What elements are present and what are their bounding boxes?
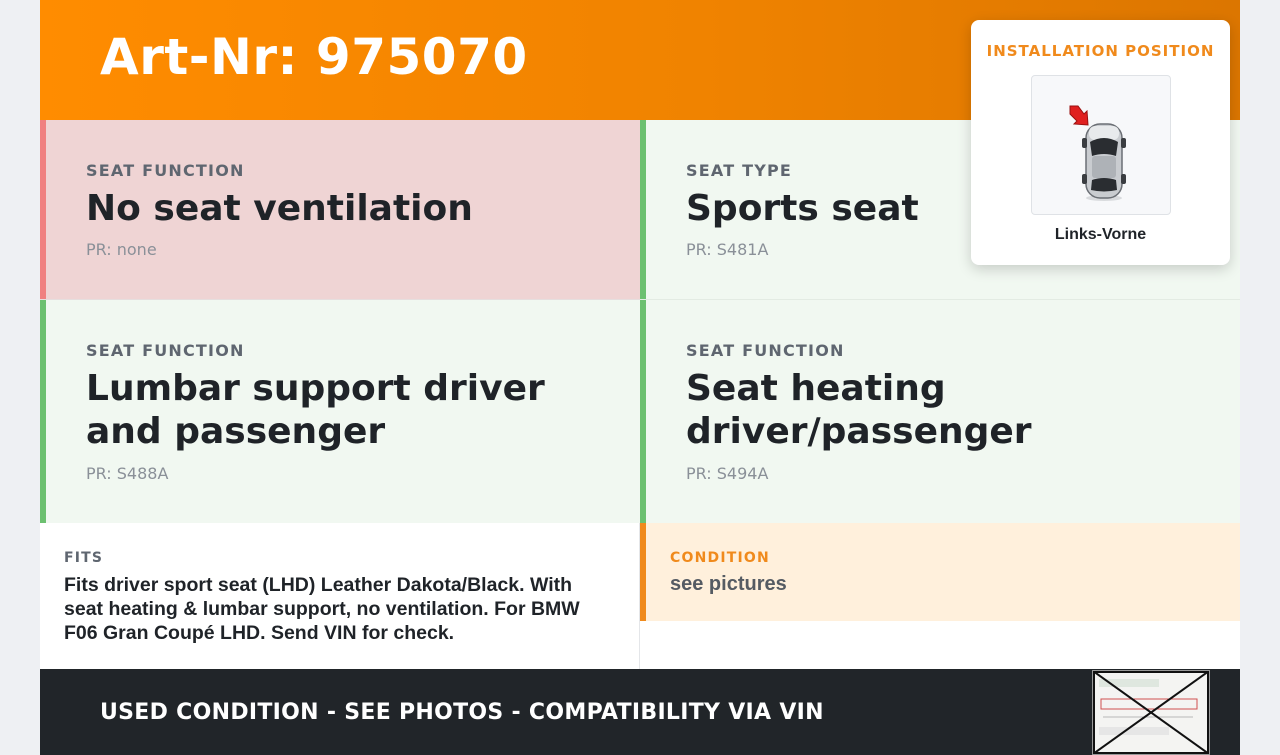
- feature-pr-code: PR: S481A: [686, 240, 769, 259]
- installation-position-card: INSTALLATION POSITION Links-Vorne: [971, 20, 1230, 265]
- fits-label: FITS: [64, 550, 104, 566]
- feature-card-ventilation: SEAT FUNCTION No seat ventilation PR: no…: [40, 120, 640, 300]
- installation-position-label: Links-Vorne: [1054, 226, 1147, 243]
- installation-title: INSTALLATION POSITION: [986, 42, 1215, 60]
- feature-card-heating: SEAT FUNCTION Seat heating driver/passen…: [640, 300, 1240, 523]
- feature-label: SEAT TYPE: [686, 161, 793, 180]
- feature-accent: [640, 120, 646, 299]
- condition-section: CONDITION see pictures: [640, 523, 1240, 621]
- fits-section: FITS Fits driver sport seat (LHD) Leathe…: [40, 523, 640, 669]
- feature-pr-code: PR: S494A: [686, 464, 769, 483]
- feature-accent: [40, 300, 46, 523]
- label-sticker-photo-icon[interactable]: [1092, 670, 1210, 755]
- feature-card-lumbar: SEAT FUNCTION Lumbar support driver and …: [40, 300, 640, 523]
- feature-value: Seat heating driver/passenger: [686, 368, 1032, 452]
- condition-label: CONDITION: [670, 550, 770, 566]
- footer-bar: USED CONDITION - SEE PHOTOS - COMPATIBIL…: [40, 669, 1240, 755]
- feature-accent: [640, 300, 646, 523]
- article-number-title: Art-Nr: 975070: [100, 28, 528, 86]
- feature-label: SEAT FUNCTION: [686, 341, 845, 360]
- feature-label: SEAT FUNCTION: [86, 161, 245, 180]
- feature-value: No seat ventilation: [86, 188, 473, 229]
- feature-value: Lumbar support driver and passenger: [86, 368, 545, 452]
- car-top-view-icon: [1069, 105, 1126, 201]
- feature-accent: [40, 120, 46, 299]
- feature-pr-code: PR: none: [86, 240, 157, 259]
- position-arrow-icon: [1069, 105, 1089, 126]
- feature-pr-code: PR: S488A: [86, 464, 169, 483]
- condition-accent: [640, 523, 646, 621]
- installation-image: [1031, 75, 1171, 215]
- fits-description: Fits driver sport seat (LHD) Leather Dak…: [64, 574, 580, 644]
- product-sheet: Art-Nr: 975070 SEAT FUNCTION No seat ven…: [40, 0, 1240, 755]
- condition-value: see pictures: [670, 573, 787, 595]
- footer-notice: USED CONDITION - SEE PHOTOS - COMPATIBIL…: [100, 700, 824, 725]
- feature-label: SEAT FUNCTION: [86, 341, 245, 360]
